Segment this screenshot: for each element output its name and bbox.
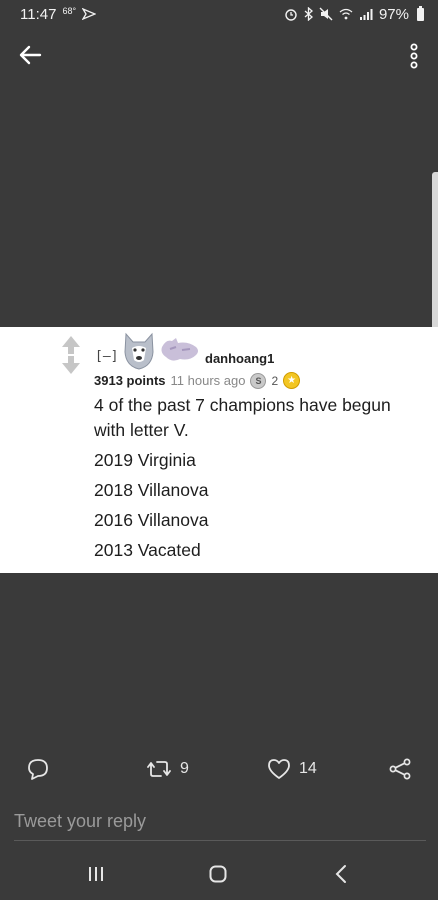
send-icon — [82, 8, 97, 20]
comment-line: 2019 Virginia — [94, 450, 196, 470]
comment-time: 11 hours ago — [170, 373, 246, 388]
nav-back-button[interactable] — [332, 864, 352, 889]
more-options-button[interactable] — [406, 42, 422, 72]
bluetooth-icon — [304, 7, 313, 21]
status-right: 97% — [284, 5, 424, 23]
app-bar — [0, 30, 438, 80]
status-time: 11:47 — [20, 5, 57, 23]
home-icon — [209, 865, 227, 883]
share-icon — [389, 758, 411, 780]
arrow-left-icon — [19, 45, 42, 65]
husky-logo-icon — [124, 332, 154, 370]
comment-line: 2013 Vacated — [94, 540, 201, 560]
collapse-toggle: [–] — [95, 349, 119, 364]
like-count: 14 — [299, 760, 317, 777]
recent-apps-icon — [89, 867, 103, 881]
home-button[interactable] — [208, 864, 228, 889]
tweet-media-image[interactable]: [–] danhoang1 3913 points 11 hours ago S… — [0, 327, 438, 573]
comment-bubble-icon — [28, 759, 48, 780]
status-temperature: 68° — [62, 6, 77, 16]
battery-percent: 97% — [378, 5, 409, 23]
reply-button[interactable] — [26, 752, 50, 786]
vote-arrows-icon — [62, 336, 80, 374]
comment-body: 4 of the past 7 champions have begun wit… — [94, 393, 414, 568]
alarm-icon — [285, 9, 297, 21]
like-button[interactable]: 14 — [267, 752, 317, 786]
comment-username: danhoang1 — [205, 351, 275, 366]
retweet-icon — [147, 761, 171, 777]
silver-award-icon: S — [250, 372, 267, 389]
comment-points: 3913 points — [94, 373, 166, 388]
comment-line: 4 of the past 7 champions have begun wit… — [94, 395, 391, 440]
chevron-left-icon — [335, 865, 346, 883]
scroll-edge — [432, 172, 438, 347]
recent-apps-button[interactable] — [86, 864, 106, 889]
comment-line: 2016 Villanova — [94, 510, 209, 530]
retweet-button[interactable]: 9 — [146, 752, 189, 786]
reply-input[interactable]: Tweet your reply — [14, 806, 426, 841]
tweet-actions: 9 14 — [0, 752, 438, 786]
system-nav-bar — [0, 850, 438, 900]
award-count: 2 — [271, 373, 279, 388]
heart-icon — [268, 759, 290, 779]
wildcat-logo-icon — [161, 338, 198, 361]
gold-award-icon: ★ — [283, 372, 301, 389]
comment-line: 2018 Villanova — [94, 480, 209, 500]
status-left: 11:47 68° — [20, 5, 97, 23]
back-button[interactable] — [16, 42, 46, 68]
battery-icon — [417, 5, 424, 21]
wifi-icon — [339, 8, 353, 20]
share-button[interactable] — [388, 752, 412, 786]
mute-icon — [319, 7, 333, 21]
more-vertical-icon — [410, 43, 418, 69]
comment-meta: 3913 points 11 hours ago S 2 ★ — [94, 372, 301, 389]
signal-icon — [359, 9, 373, 20]
status-bar: 11:47 68° 97% — [0, 0, 438, 28]
retweet-count: 9 — [180, 760, 189, 777]
